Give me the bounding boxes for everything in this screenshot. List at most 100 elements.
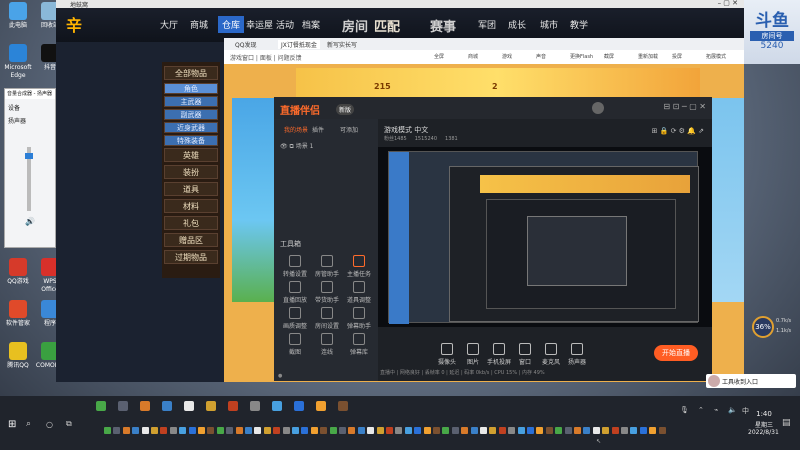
taskbar-app-icon[interactable] (316, 401, 326, 411)
tool-tile[interactable]: 直播回放 (282, 281, 308, 304)
mic-icon[interactable]: 🎙 (680, 406, 689, 414)
taskbar-app-icon[interactable] (184, 401, 194, 411)
taskbar-app-icon[interactable] (118, 401, 128, 411)
taskbar-mini-icon[interactable] (141, 427, 149, 434)
browser-tab[interactable]: JX订餐抵现金 (278, 40, 320, 49)
category-item[interactable]: 英雄 (164, 148, 218, 162)
taskbar-mini-icon[interactable] (282, 427, 290, 434)
tool-tile[interactable]: 连线 (314, 333, 340, 356)
taskbar-app-icon[interactable] (294, 401, 304, 411)
taskbar-app-icon[interactable] (228, 401, 238, 411)
taskbar-mini-icon[interactable] (188, 427, 196, 434)
taskbar-mini-icon[interactable] (508, 427, 516, 434)
taskbar-mini-icon[interactable] (301, 427, 309, 434)
taskbar-mini-icon[interactable] (574, 427, 581, 434)
app-window-controls-icon[interactable]: ⊟ ⊡ ─ ▢ ✕ (663, 102, 706, 111)
taskbar-app-icon[interactable] (338, 401, 348, 411)
tray-expand-icon[interactable]: ⌃ (698, 406, 704, 414)
nav-item[interactable]: 商城 (190, 18, 208, 31)
taskbar-mini-icon[interactable] (583, 427, 591, 434)
taskbar-mini-icon[interactable] (292, 427, 299, 434)
browser-tab[interactable]: 新写实长写 (324, 40, 360, 49)
device-select[interactable]: 扬声器 (5, 116, 55, 125)
tool-tile[interactable]: 带货助手 (314, 281, 340, 304)
taskbar-mini-icon[interactable] (592, 427, 600, 434)
taskbar-mini-icon[interactable] (545, 427, 553, 434)
tool-tile[interactable]: 弹幕库 (346, 333, 372, 356)
taskbar-mini-icon[interactable] (169, 427, 177, 434)
category-item[interactable]: 副武器 (164, 109, 218, 120)
taskbar-mini-icon[interactable] (226, 427, 234, 434)
cpu-meter[interactable]: 36% (752, 316, 774, 338)
taskbar-mini-icon[interactable] (451, 427, 459, 434)
search-icon[interactable]: ⌕ (26, 419, 31, 429)
taskbar-mini-icon[interactable] (357, 427, 365, 434)
nav-item[interactable]: 幸运屋 (246, 18, 273, 31)
category-item[interactable]: 特殊装备 (164, 135, 218, 146)
category-item[interactable]: 赠品区 (164, 233, 218, 247)
taskbar-mini-icon[interactable] (310, 427, 318, 434)
volume-thumb[interactable] (25, 153, 33, 159)
nav-item[interactable]: 城市 (540, 18, 558, 31)
taskbar-mini-icon[interactable] (207, 427, 215, 434)
taskbar-mini-icon[interactable] (367, 427, 375, 434)
taskbar-mini-icon[interactable] (320, 427, 328, 434)
category-item[interactable]: 礼包 (164, 216, 218, 230)
share-icon[interactable]: ⊞ 🔒 ⟳ ⚙ 🔔 ⇗ (652, 127, 704, 135)
start-live-button[interactable]: 开始直播 (654, 345, 698, 361)
scene-item[interactable]: 👁 ⧉ 场景 1 (280, 141, 313, 151)
browser-tab[interactable]: QQ发现 (232, 40, 259, 49)
taskbar-app-icon[interactable] (272, 401, 282, 411)
nav-item[interactable]: 成长 (508, 18, 526, 31)
desktop-icon[interactable]: 此电脑 (2, 2, 34, 30)
tool-tile[interactable]: 截图 (282, 333, 308, 356)
category-item[interactable]: 装扮 (164, 165, 218, 179)
taskbar-mini-icon[interactable] (564, 427, 572, 434)
category-item[interactable]: 角色 (164, 83, 218, 94)
taskbar-mini-icon[interactable] (536, 427, 544, 434)
taskbar-mini-icon[interactable] (423, 427, 431, 434)
taskbar-mini-icon[interactable] (339, 427, 346, 434)
taskbar-mini-icon[interactable] (254, 427, 262, 434)
taskbar-mini-icon[interactable] (132, 427, 140, 434)
taskbar-mini-icon[interactable] (555, 427, 563, 434)
avatar[interactable] (592, 102, 604, 114)
taskbar-mini-icon[interactable] (489, 427, 497, 434)
window-controls-icon[interactable]: – ▢ ✕ (718, 0, 738, 7)
desktop-icon[interactable]: Microsoft Edge (2, 44, 34, 80)
taskbar-mini-icon[interactable] (658, 427, 666, 434)
taskbar-mini-icon[interactable] (602, 427, 610, 434)
taskbar-mini-icon[interactable] (527, 427, 534, 434)
toolbar-button[interactable]: 游戏 (502, 53, 512, 60)
task-view-icon[interactable]: ⧉ (66, 419, 72, 429)
taskbar-app-icon[interactable] (140, 401, 150, 411)
version-badge[interactable]: 新版 (336, 104, 355, 115)
taskbar-mini-icon[interactable] (160, 427, 168, 434)
taskbar-mini-icon[interactable] (480, 427, 487, 434)
taskbar-mini-icon[interactable] (442, 427, 450, 434)
ime-indicator[interactable]: 中 (742, 406, 749, 416)
taskbar-mini-icon[interactable] (104, 427, 111, 434)
taskbar-mini-icon[interactable] (151, 427, 158, 434)
taskbar-mini-icon[interactable] (329, 427, 337, 434)
taskbar-mini-icon[interactable] (639, 427, 647, 434)
category-item[interactable]: 主武器 (164, 96, 218, 107)
clock-time[interactable]: 1:40 (752, 410, 776, 418)
browser-address[interactable]: 游戏窗口 | 面板 | 问题反馈 (230, 53, 302, 62)
tool-tile[interactable]: 弹幕助手 (346, 307, 372, 330)
nav-item[interactable]: 匹配 (374, 16, 400, 35)
nav-item[interactable]: 仓库 (218, 16, 245, 33)
taskbar-mini-icon[interactable] (517, 427, 525, 434)
taskbar-mini-icon[interactable] (461, 427, 469, 434)
taskbar-app-icon[interactable] (206, 401, 216, 411)
toolbar-button[interactable]: 全屏 (434, 53, 444, 60)
left-tab[interactable]: 插件 (312, 125, 324, 134)
notification-icon[interactable]: ▤ (782, 418, 791, 428)
toolbar-button[interactable]: 拓展模式 (706, 53, 726, 60)
toolbar-button[interactable]: 声音 (536, 53, 546, 60)
left-tab[interactable]: 可添加 (340, 125, 358, 134)
taskbar-mini-icon[interactable] (263, 427, 271, 434)
taskbar-mini-icon[interactable] (395, 427, 403, 434)
taskbar-mini-icon[interactable] (630, 427, 638, 434)
taskbar-app-icon[interactable] (162, 401, 172, 411)
